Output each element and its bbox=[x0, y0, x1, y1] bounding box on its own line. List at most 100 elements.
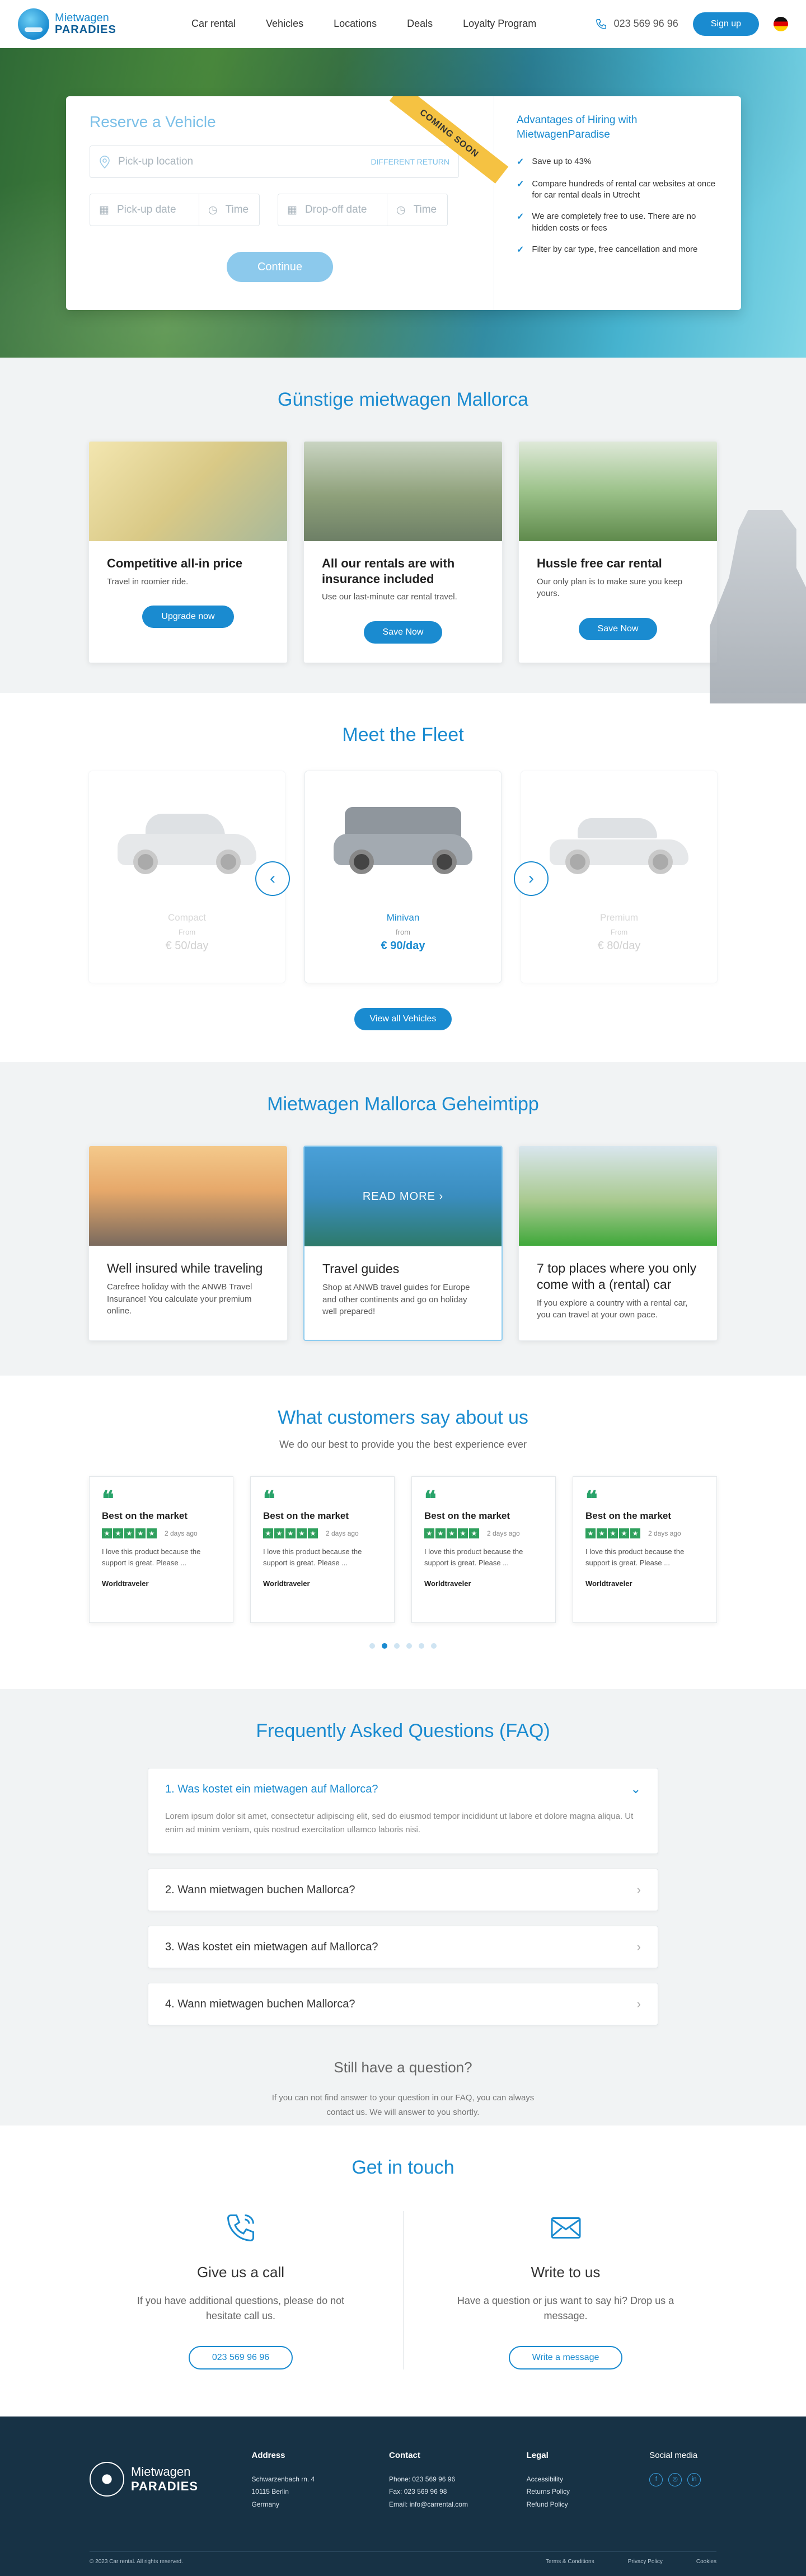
carousel-next-button[interactable]: › bbox=[514, 861, 549, 896]
contact-email[interactable]: Email: info@carrental.com bbox=[389, 2498, 527, 2511]
star-icon: ★ bbox=[308, 1528, 318, 1538]
footer-address-title: Address bbox=[251, 2451, 285, 2460]
faq-question[interactable]: 4. Wann mietwagen buchen Mallorca? › bbox=[148, 1983, 658, 2025]
save-now-button[interactable]: Save Now bbox=[363, 621, 443, 644]
pickup-time-label: Time bbox=[225, 204, 249, 215]
advantage-item: ✓ We are completely free to use. There ar… bbox=[517, 211, 719, 234]
facebook-icon[interactable]: f bbox=[649, 2472, 663, 2486]
tip-card-text: If you explore a country with a rental c… bbox=[537, 1298, 688, 1320]
legal-link[interactable]: Refund Policy bbox=[527, 2498, 650, 2511]
carousel-dot[interactable] bbox=[394, 1643, 400, 1649]
reserve-panel: Reserve a Vehicle COMING SOON Pick-up lo… bbox=[66, 96, 741, 310]
tip-card[interactable]: READ MORE › Travel guides Shop at ANWB t… bbox=[303, 1146, 503, 1341]
reviews-list: ❝ Best on the market ★ ★ ★ ★ ★ 2 days ago I l… bbox=[0, 1476, 806, 1623]
deal-card-text: Use our last-minute car rental travel. bbox=[322, 592, 457, 602]
nav-deals[interactable]: Deals bbox=[407, 18, 433, 30]
address-line: Schwarzenbach rn. 4 bbox=[251, 2475, 315, 2483]
footer-brand-bottom: PARADIES bbox=[131, 2479, 199, 2494]
fleet-section: Meet the Fleet Compact From € 50/day Min… bbox=[0, 693, 806, 1062]
carousel-dot-active[interactable] bbox=[382, 1643, 387, 1649]
review-title: Best on the market bbox=[263, 1510, 349, 1521]
carousel-dot[interactable] bbox=[369, 1643, 375, 1649]
german-flag-icon[interactable] bbox=[774, 16, 788, 31]
fleet-card-premium[interactable]: Premium From € 80/day bbox=[521, 771, 718, 983]
legal-link[interactable]: Returns Policy bbox=[527, 2485, 650, 2498]
nav-loyalty[interactable]: Loyalty Program bbox=[463, 18, 536, 30]
check-icon: ✓ bbox=[517, 179, 524, 189]
tip-card[interactable]: 7 top places where you only come with a … bbox=[518, 1146, 718, 1341]
faq-question[interactable]: 1. Was kostet ein mietwagen auf Mallorca… bbox=[148, 1768, 658, 1810]
pickup-time-input[interactable]: ◷ Time bbox=[199, 194, 260, 226]
carousel-dot[interactable] bbox=[419, 1643, 424, 1649]
carousel-dot[interactable] bbox=[406, 1643, 412, 1649]
nav-car-rental[interactable]: Car rental bbox=[191, 18, 236, 30]
terms-link[interactable]: Terms & Conditions bbox=[546, 2559, 594, 2565]
contact-phone[interactable]: Phone: 023 569 96 96 bbox=[389, 2473, 527, 2486]
header-phone[interactable]: 023 569 96 96 bbox=[595, 18, 678, 30]
privacy-link[interactable]: Privacy Policy bbox=[628, 2559, 663, 2565]
rating-stars: ★ ★ ★ ★ ★ 2 days ago bbox=[585, 1528, 704, 1538]
tip-card-title: Travel guides bbox=[322, 1261, 400, 1276]
chevron-right-icon: › bbox=[636, 1940, 641, 1954]
save-now-button[interactable]: Save Now bbox=[578, 618, 658, 640]
pickup-date-input[interactable]: ▦ Pick-up date bbox=[90, 194, 199, 226]
star-icon: ★ bbox=[447, 1528, 457, 1538]
faq-question[interactable]: 2. Wann mietwagen buchen Mallorca? › bbox=[148, 1869, 658, 1911]
review-title: Best on the market bbox=[102, 1510, 188, 1521]
chevron-right-icon: › bbox=[439, 1190, 444, 1203]
phone-icon bbox=[123, 2211, 358, 2247]
calendar-icon: ▦ bbox=[287, 204, 297, 216]
dropoff-time-input[interactable]: ◷ Time bbox=[387, 194, 448, 226]
star-icon: ★ bbox=[469, 1528, 479, 1538]
different-return-link[interactable]: DIFFERENT RETURN bbox=[371, 157, 449, 166]
footer-contact: Contact Phone: 023 569 96 96 Fax: 023 56… bbox=[389, 2448, 527, 2511]
tip-card[interactable]: Well insured while traveling Carefree ho… bbox=[88, 1146, 288, 1341]
quote-icon: ❝ bbox=[424, 1487, 437, 1512]
signup-button[interactable]: Sign up bbox=[692, 12, 759, 36]
nav-locations[interactable]: Locations bbox=[334, 18, 377, 30]
instagram-icon[interactable]: ◎ bbox=[668, 2472, 682, 2486]
review-date: 2 days ago bbox=[487, 1529, 520, 1537]
fleet-card-minivan[interactable]: Minivan from € 90/day bbox=[304, 771, 502, 983]
star-icon: ★ bbox=[135, 1528, 146, 1538]
copyright: © 2023 Car rental. All rights reserved. bbox=[90, 2559, 183, 2565]
footer-logo-icon bbox=[90, 2462, 124, 2497]
nav-vehicles[interactable]: Vehicles bbox=[266, 18, 303, 30]
read-more-link[interactable]: READ MORE › bbox=[304, 1147, 502, 1246]
review-title: Best on the market bbox=[585, 1510, 672, 1521]
linkedin-icon[interactable]: in bbox=[687, 2472, 701, 2486]
call-phone-button[interactable]: 023 569 96 96 bbox=[188, 2346, 293, 2369]
logo[interactable]: Mietwagen PARADIES bbox=[18, 8, 163, 40]
faq-title: Frequently Asked Questions (FAQ) bbox=[256, 1720, 550, 1742]
review-date: 2 days ago bbox=[648, 1529, 681, 1537]
check-icon: ✓ bbox=[517, 157, 524, 167]
view-all-vehicles-button[interactable]: View all Vehicles bbox=[354, 1008, 452, 1030]
main-nav: Car rental Vehicles Locations Deals Loya… bbox=[191, 18, 536, 30]
review-text: I love this product because the support … bbox=[424, 1547, 523, 1567]
pickup-location-input[interactable]: Pick-up location DIFFERENT RETURN bbox=[90, 146, 459, 178]
check-icon: ✓ bbox=[517, 212, 524, 222]
advantage-text: Save up to 43% bbox=[532, 157, 592, 167]
carousel-dot[interactable] bbox=[431, 1643, 437, 1649]
cookies-link[interactable]: Cookies bbox=[696, 2559, 716, 2565]
deal-image-road bbox=[519, 442, 717, 541]
review-title: Best on the market bbox=[424, 1510, 510, 1521]
carousel-prev-button[interactable]: ‹ bbox=[255, 861, 290, 896]
header-phone-number: 023 569 96 96 bbox=[613, 18, 678, 29]
dropoff-date-input[interactable]: ▦ Drop-off date bbox=[278, 194, 387, 226]
reviews-subtitle: We do our best to provide you the best e… bbox=[279, 1439, 527, 1450]
legal-link[interactable]: Accessibility bbox=[527, 2473, 650, 2486]
faq-question[interactable]: 3. Was kostet ein mietwagen auf Mallorca… bbox=[148, 1926, 658, 1968]
advantages-title: Advantages of Hiring with MietwagenParad… bbox=[517, 114, 638, 140]
write-message-button[interactable]: Write a message bbox=[508, 2346, 623, 2369]
calendar-icon: ▦ bbox=[99, 204, 109, 216]
carousel-dots bbox=[0, 1643, 806, 1649]
footer-logo[interactable]: Mietwagen PARADIES bbox=[90, 2448, 251, 2511]
continue-button[interactable]: Continue bbox=[227, 252, 333, 282]
star-icon: ★ bbox=[619, 1528, 629, 1538]
phone-icon bbox=[596, 18, 606, 29]
upgrade-now-button[interactable]: Upgrade now bbox=[142, 606, 234, 628]
dropoff-date-label: Drop-off date bbox=[304, 204, 367, 215]
star-icon: ★ bbox=[147, 1528, 157, 1538]
review-text: I love this product because the support … bbox=[102, 1547, 201, 1567]
